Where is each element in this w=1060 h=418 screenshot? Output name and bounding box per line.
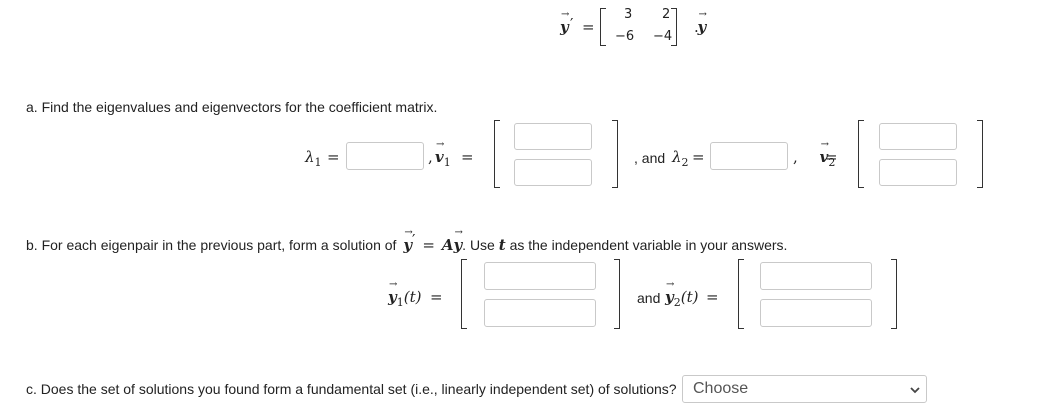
prime-symbol: ′ (570, 15, 574, 33)
part-b-A-symbol: A (441, 236, 454, 254)
v1-equals: = (461, 148, 474, 166)
y2-right-bracket (891, 259, 897, 329)
matrix-cell-1-1: 3 (624, 7, 633, 22)
chevron-down-icon (910, 387, 920, 394)
v1-right-bracket (612, 120, 618, 188)
vector-arrow-icon: → (698, 9, 707, 20)
y2-left-bracket (738, 259, 744, 329)
y-vector-symbol: → y (560, 9, 570, 36)
y1-vector-symbol: → y1 (388, 279, 404, 309)
fundamental-set-select[interactable]: Choose (682, 375, 927, 403)
y2-component-2-input[interactable] (760, 299, 872, 327)
part-b-prompt: b. For each eigenpair in the previous pa… (26, 227, 788, 254)
matrix-left-bracket (600, 8, 606, 46)
part-b-y-symbol-2: → y (453, 227, 463, 254)
v2-left-bracket (858, 120, 864, 188)
v1-comma: , (428, 148, 433, 166)
y2-label: → y2(t) (665, 279, 699, 309)
y2-equals: = (706, 288, 719, 306)
y1-label: → y1(t) (388, 279, 422, 309)
v1-component-1-input[interactable] (514, 123, 592, 150)
top-equation: → y ′ = 3 2 −6 −4 → y . (556, 6, 716, 50)
v2-equals: = (825, 148, 838, 166)
y1-left-bracket (461, 259, 467, 329)
part-b-prime: ′ (412, 231, 416, 249)
matrix-right-bracket (671, 8, 677, 46)
lambda2-equals: = (692, 148, 705, 166)
lambda2-input[interactable] (710, 142, 788, 170)
part-a-prompt: a. Find the eigenvalues and eigenvectors… (26, 99, 438, 115)
vector-arrow-icon: → (561, 9, 570, 20)
lambda1-equals: = (327, 148, 340, 166)
part-b-prompt-end: as the independent variable in your answ… (509, 237, 788, 253)
matrix-cell-1-2: 2 (662, 7, 671, 22)
equals-sign: = (582, 18, 595, 36)
lambda1-label: λ1 (305, 148, 322, 169)
vector-arrow-icon: → (389, 279, 398, 290)
lambda2-label: λ2 (672, 148, 689, 169)
v2-right-bracket (977, 120, 983, 188)
vector-arrow-icon: → (666, 279, 675, 290)
part-b-equals: = (422, 236, 435, 254)
lambda1-input[interactable] (346, 142, 424, 170)
vector-arrow-icon: → (436, 139, 445, 150)
y-vector-rhs: → y (697, 9, 707, 36)
matrix-cell-2-2: −4 (653, 29, 673, 44)
and-text-b: and (637, 290, 661, 306)
y1-component-1-input[interactable] (484, 262, 596, 290)
v1-label: → v1 (435, 139, 451, 169)
v1-component-2-input[interactable] (514, 159, 592, 186)
y1-equals: = (430, 288, 443, 306)
matrix-cell-2-1: −6 (615, 29, 635, 44)
period: . (694, 18, 699, 36)
part-b-y-symbol: → y (403, 227, 413, 254)
y2-vector-symbol: → y2 (665, 279, 681, 309)
vector-arrow-icon: → (454, 227, 463, 238)
select-value: Choose (693, 380, 749, 397)
v2-component-1-input[interactable] (879, 123, 957, 150)
v2-comma: , (793, 148, 798, 166)
v1-left-bracket (494, 120, 500, 188)
part-b-prompt-prefix: b. For each eigenpair in the previous pa… (26, 237, 397, 253)
part-b-t-var: t (498, 236, 506, 254)
y2-component-1-input[interactable] (760, 262, 872, 290)
part-b-prompt-suffix: . Use (462, 237, 495, 253)
y1-right-bracket (614, 259, 620, 329)
v2-component-2-input[interactable] (879, 159, 957, 186)
y1-component-2-input[interactable] (484, 299, 596, 327)
part-c-prompt: c. Does the set of solutions you found f… (26, 381, 677, 397)
and-text-a: , and (634, 150, 666, 166)
